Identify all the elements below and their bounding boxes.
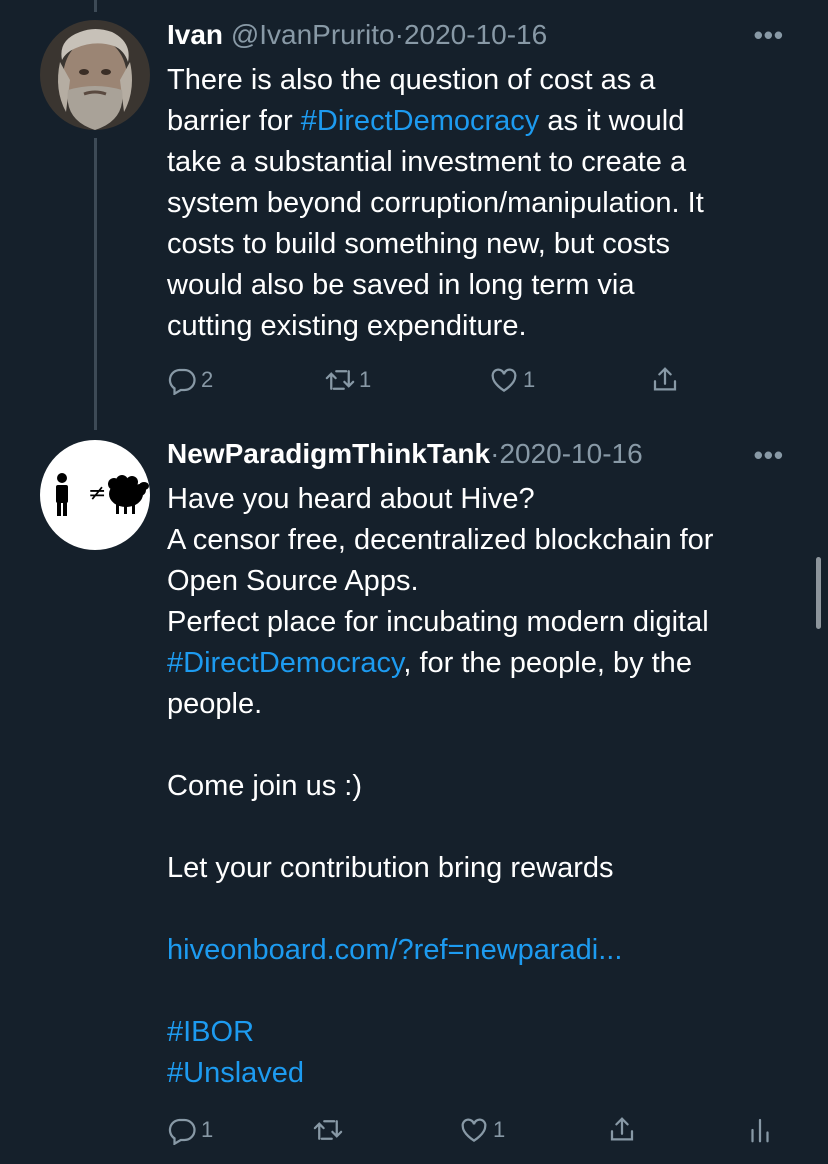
share-icon: [610, 1117, 634, 1141]
action-bar: 2 1 1: [167, 360, 767, 400]
more-icon[interactable]: •••: [754, 440, 784, 471]
display-name[interactable]: Ivan: [167, 19, 223, 50]
action-bar: 1 1: [167, 1110, 769, 1150]
like-icon: [491, 368, 517, 392]
share-button[interactable]: [650, 360, 680, 400]
tweet-header: Ivan @IvanPrurito·2020-10-16: [167, 18, 547, 52]
tweet-text: There is also the question of cost as a b…: [167, 60, 797, 347]
text-line: #Unslaved: [167, 1053, 797, 1094]
text-line: Have you heard about Hive?: [167, 479, 797, 520]
retweet-button[interactable]: 1: [325, 360, 371, 400]
text-span: Perfect place for incubating modern digi…: [167, 606, 709, 638]
hashtag-link[interactable]: #DirectDemocracy: [167, 647, 403, 679]
like-button[interactable]: 1: [459, 1110, 505, 1150]
text-span: costs to build something new, but costs: [167, 228, 670, 260]
avatar[interactable]: ≠: [40, 440, 150, 550]
like-count: 1: [493, 1117, 506, 1142]
thread-line: [94, 0, 97, 12]
thread-line: [94, 138, 97, 430]
timestamp[interactable]: 2020-10-16: [404, 19, 547, 50]
analytics-button[interactable]: [745, 1110, 775, 1150]
text-span: would also be saved in long term via: [167, 269, 635, 301]
text-line: #IBOR: [167, 1012, 797, 1053]
text-span: Open Source Apps.: [167, 565, 419, 597]
analytics-icon: [751, 1118, 769, 1143]
scrollbar[interactable]: [816, 557, 821, 629]
retweet-button[interactable]: [313, 1110, 347, 1150]
text-line: A censor free, decentralized blockchain …: [167, 520, 797, 561]
text-line: Come join us :): [167, 766, 797, 807]
reply-button[interactable]: 1: [167, 1110, 213, 1150]
text-span: cutting existing expenditure.: [167, 310, 527, 342]
text-span: A censor free, decentralized blockchain …: [167, 524, 714, 556]
text-line: Open Source Apps.: [167, 561, 797, 602]
text-line: Perfect place for incubating modern digi…: [167, 602, 797, 643]
text-span: as it would: [539, 105, 685, 137]
separator-dot: ·: [394, 19, 404, 50]
text-line: Let your contribution bring rewards: [167, 848, 797, 889]
timestamp[interactable]: 2020-10-16: [499, 438, 642, 469]
text-line: hiveonboard.com/?ref=newparadi...: [167, 930, 797, 971]
url-link[interactable]: hiveonboard.com/?ref=newparadi...: [167, 934, 622, 966]
reply-count: 1: [201, 1117, 214, 1142]
text-line: take a substantial investment to create …: [167, 142, 797, 183]
hashtag-link[interactable]: #DirectDemocracy: [301, 105, 540, 137]
not-equal-symbol: ≠: [88, 481, 106, 506]
hashtag-link[interactable]: #IBOR: [167, 1016, 254, 1048]
text-line: cutting existing expenditure.: [167, 306, 797, 347]
share-button[interactable]: [607, 1110, 637, 1150]
text-span: , for the people, by the: [403, 647, 692, 679]
text-line: #DirectDemocracy, for the people, by the: [167, 643, 797, 684]
share-icon: [653, 367, 677, 391]
display-name[interactable]: NewParadigmThinkTank: [167, 438, 490, 469]
text-span: Have you heard about Hive?: [167, 483, 535, 515]
text-line: system beyond corruption/manipulation. I…: [167, 183, 797, 224]
text-span: There is also the question of cost as a: [167, 64, 656, 96]
tweet-text: Have you heard about Hive? A censor free,…: [167, 479, 797, 1094]
text-span: system beyond corruption/manipulation. I…: [167, 187, 704, 219]
text-line: barrier for #DirectDemocracy as it would: [167, 101, 797, 142]
like-button[interactable]: 1: [489, 360, 535, 400]
retweet-icon: [313, 1120, 343, 1140]
text-span: people.: [167, 688, 263, 720]
tweet-header: NewParadigmThinkTank·2020-10-16: [167, 437, 643, 471]
text-span: barrier for: [167, 105, 301, 137]
like-count: 1: [523, 367, 536, 392]
text-span: Come join us :): [167, 770, 363, 802]
text-line: people.: [167, 684, 797, 725]
text-line: would also be saved in long term via: [167, 265, 797, 306]
more-icon[interactable]: •••: [754, 20, 784, 51]
reply-icon: [168, 368, 196, 395]
handle[interactable]: @IvanPrurito: [231, 19, 395, 50]
reply-count: 2: [201, 367, 214, 392]
text-line: There is also the question of cost as a: [167, 60, 797, 101]
text-span: Let your contribution bring rewards: [167, 852, 614, 884]
retweet-count: 1: [359, 367, 372, 392]
text-line: costs to build something new, but costs: [167, 224, 797, 265]
reply-button[interactable]: 2: [167, 360, 213, 400]
like-icon: [461, 1118, 487, 1142]
avatar[interactable]: [40, 20, 150, 130]
avatar-logo: ≠: [56, 473, 149, 516]
hashtag-link[interactable]: #Unslaved: [167, 1057, 304, 1089]
avatar-photo: [40, 20, 150, 130]
reply-icon: [168, 1118, 196, 1145]
retweet-icon: [325, 370, 355, 390]
text-span: take a substantial investment to create …: [167, 146, 687, 178]
